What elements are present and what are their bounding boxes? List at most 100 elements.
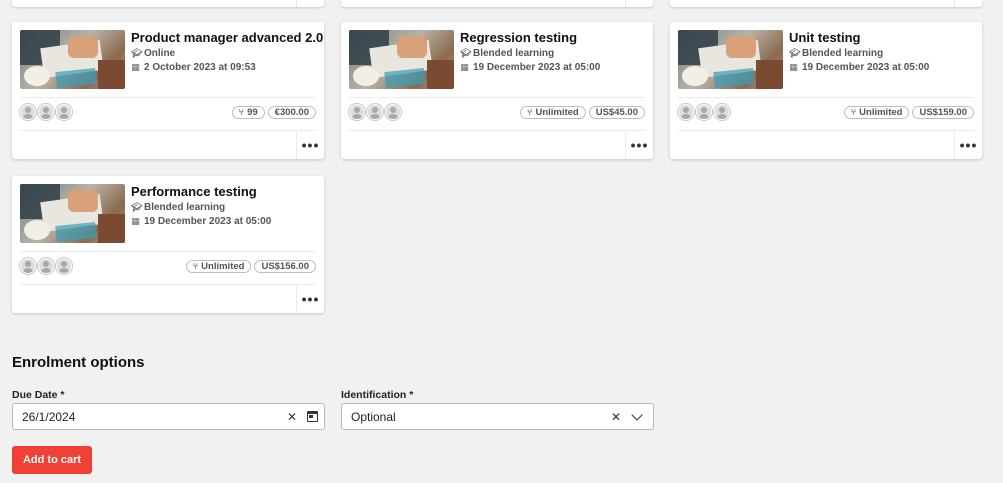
course-format-label: Blended learning [144,202,226,213]
avatar [20,258,36,274]
add-to-cart-button[interactable]: Add to cart [12,446,92,474]
calendar-icon: ▦ [789,62,798,72]
course-thumbnail [678,30,783,89]
due-date-label: Due Date * [12,389,65,401]
calendar-icon[interactable] [307,411,318,422]
graduation-cap-icon: 🎓︎ [131,48,143,58]
more-options-button[interactable]: ••• [954,131,982,159]
avatar [349,104,365,120]
calendar-icon: ▦ [131,62,140,72]
more-options-button[interactable]: ••• [296,131,324,159]
course-thumbnail [20,184,125,243]
course-thumbnail [349,30,454,89]
avatar [678,104,694,120]
course-card-partial [670,0,982,7]
seats-label: 99 [247,106,258,118]
price-badge: US$156.00 [254,260,316,273]
more-options-icon: ••• [301,291,320,307]
divider [678,130,974,131]
course-date: ▦ 2 October 2023 at 09:53 [131,62,256,73]
course-date: ▦ 19 December 2023 at 05:00 [131,216,271,227]
divider [20,251,316,252]
more-options-button[interactable]: ••• [296,285,324,313]
course-format: 🎓︎ Blended learning [460,48,554,59]
seats-badge: ⑂ 99 [231,106,265,119]
course-format-label: Online [144,48,176,59]
price-badge: US$45.00 [588,106,645,119]
course-date-label: 19 December 2023 at 05:00 [473,62,601,73]
avatar [38,104,54,120]
divider [349,130,645,131]
more-options-icon: ••• [301,137,320,153]
divider [20,284,316,285]
graduation-cap-icon: 🎓︎ [460,48,472,58]
course-format: 🎓︎ Blended learning [131,202,225,213]
chevron-down-icon[interactable] [631,408,643,421]
price-label: US$45.00 [595,106,638,118]
course-title[interactable]: Performance testing [131,184,257,199]
price-badge: US$159.00 [912,106,974,119]
enrolled-avatars [678,104,732,120]
enrolled-avatars [20,104,74,120]
course-card[interactable]: Regression testing 🎓︎ Blended learning ▦ 1… [341,22,653,159]
enrolled-avatars [349,104,403,120]
seats-label: Unlimited [201,260,245,272]
divider [678,97,974,98]
avatar [56,104,72,120]
course-title[interactable]: Regression testing [460,30,577,45]
more-options-icon: ••• [630,137,649,153]
more-options-button[interactable] [954,0,982,7]
due-date-value[interactable]: 26/1/2024 [13,410,281,424]
avatar [38,258,54,274]
course-title[interactable]: Unit testing [789,30,861,45]
course-title[interactable]: Product manager advanced 2.0 [131,30,323,45]
divider [20,130,316,131]
enrolment-options-title: Enrolment options [12,354,145,371]
seats-badge: ⑂ Unlimited [520,106,586,119]
calendar-icon: ▦ [460,62,469,72]
clear-icon[interactable]: ✕ [605,410,627,424]
graduation-cap-icon: 🎓︎ [131,202,143,212]
course-date-label: 2 October 2023 at 09:53 [144,62,256,73]
course-format: 🎓︎ Blended learning [789,48,883,59]
course-date-label: 19 December 2023 at 05:00 [802,62,930,73]
calendar-icon: ▦ [131,216,140,226]
seats-label: Unlimited [535,106,579,118]
course-format-label: Blended learning [802,48,884,59]
avatar [385,104,401,120]
course-card-partial [12,0,324,7]
course-card[interactable]: Product manager advanced 2.0 🎓︎ Online ▦ 2… [12,22,324,159]
identification-select[interactable]: Optional ✕ [341,403,654,430]
graduation-cap-icon: 🎓︎ [789,48,801,58]
divider [20,97,316,98]
seat-icon: ⑂ [238,107,245,117]
seats-badge: ⑂ Unlimited [185,260,252,273]
more-options-button[interactable] [296,0,324,7]
avatar [696,104,712,120]
divider [349,97,645,98]
more-options-button[interactable]: ••• [625,131,653,159]
course-thumbnail [20,30,125,89]
clear-icon[interactable]: ✕ [281,410,303,424]
price-label: US$156.00 [261,260,309,272]
course-card-partial [341,0,653,7]
due-date-field[interactable]: 26/1/2024 ✕ [12,403,325,430]
seat-icon: ⑂ [850,107,857,117]
seats-label: Unlimited [859,106,903,118]
price-label: €300.00 [274,106,309,118]
price-label: US$159.00 [919,106,967,118]
seat-icon: ⑂ [527,107,533,117]
course-format-label: Blended learning [473,48,555,59]
avatar [367,104,383,120]
enrolled-avatars [20,258,74,274]
course-card[interactable]: Performance testing 🎓︎ Blended learning ▦… [12,176,324,313]
more-options-button[interactable] [625,0,653,7]
more-options-icon: ••• [959,137,978,153]
course-date: ▦ 19 December 2023 at 05:00 [789,62,929,73]
seat-icon: ⑂ [192,261,199,271]
identification-value[interactable]: Optional [342,410,605,424]
course-card[interactable]: Unit testing 🎓︎ Blended learning ▦ 19 Dece… [670,22,982,159]
seats-badge: ⑂ Unlimited [843,106,910,119]
course-date-label: 19 December 2023 at 05:00 [144,216,272,227]
course-date: ▦ 19 December 2023 at 05:00 [460,62,600,73]
